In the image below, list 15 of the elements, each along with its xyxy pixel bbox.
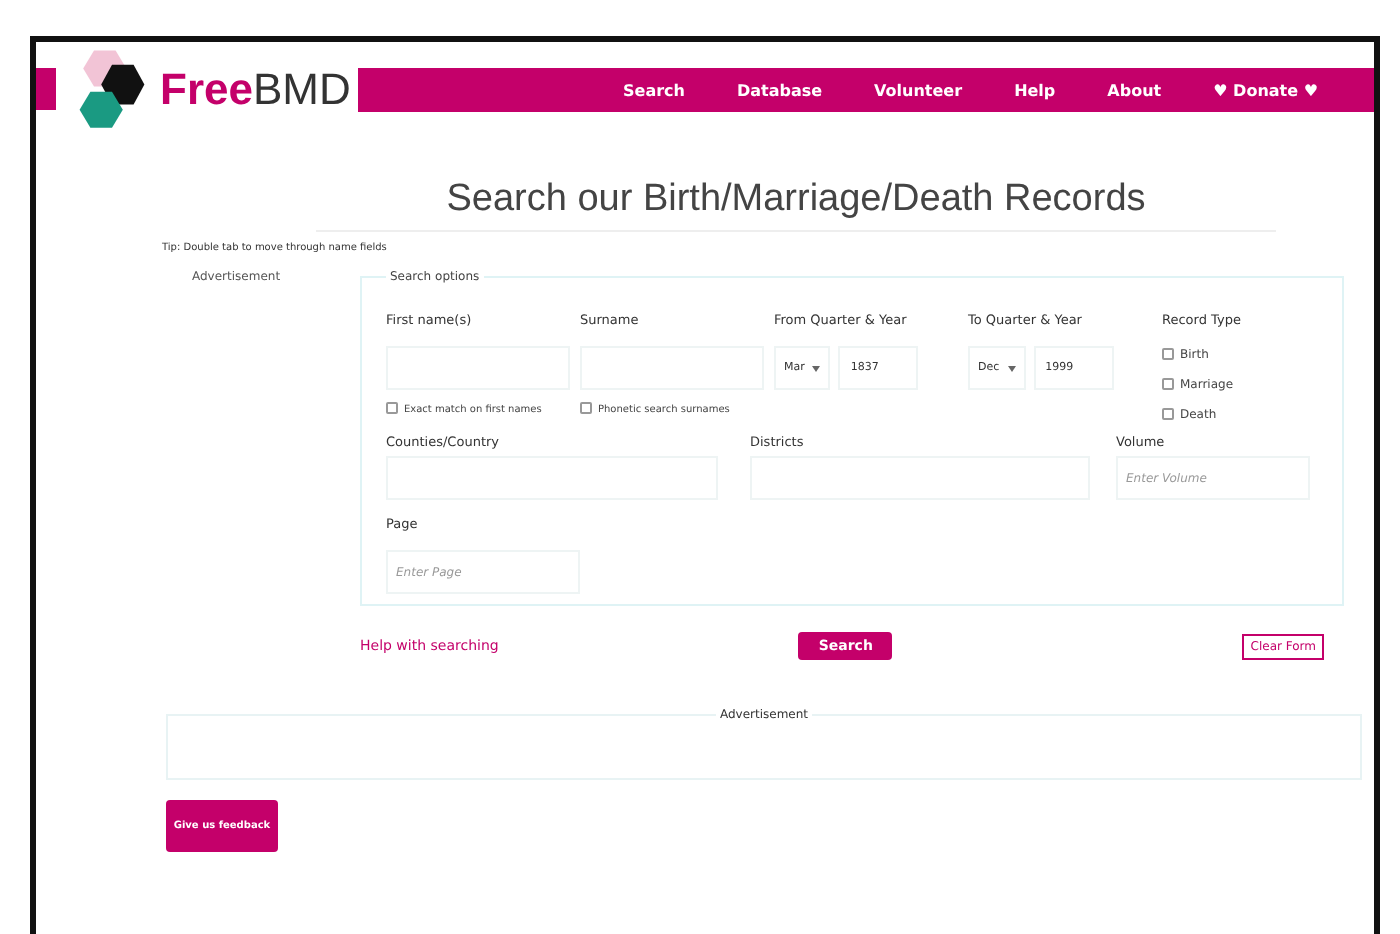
page-title: Search our Birth/Marriage/Death Records bbox=[316, 178, 1276, 232]
nav-link[interactable]: Volunteer bbox=[874, 81, 963, 99]
checkbox[interactable] bbox=[386, 402, 398, 414]
nav-link[interactable]: Help bbox=[1014, 81, 1056, 99]
nav-link[interactable]: Database bbox=[736, 81, 823, 99]
checkbox[interactable] bbox=[1162, 408, 1174, 420]
nav-link[interactable]: About bbox=[1107, 81, 1162, 99]
caret-icon bbox=[1007, 365, 1016, 371]
nav-link[interactable]: ♥ Donate ♥ bbox=[1213, 81, 1318, 99]
checkbox[interactable] bbox=[1162, 348, 1174, 360]
logo-icon bbox=[76, 50, 148, 130]
checkbox[interactable] bbox=[580, 402, 592, 414]
checkbox[interactable] bbox=[1162, 378, 1174, 390]
caret-icon bbox=[812, 365, 821, 371]
nav-link[interactable]: Search bbox=[623, 81, 685, 99]
